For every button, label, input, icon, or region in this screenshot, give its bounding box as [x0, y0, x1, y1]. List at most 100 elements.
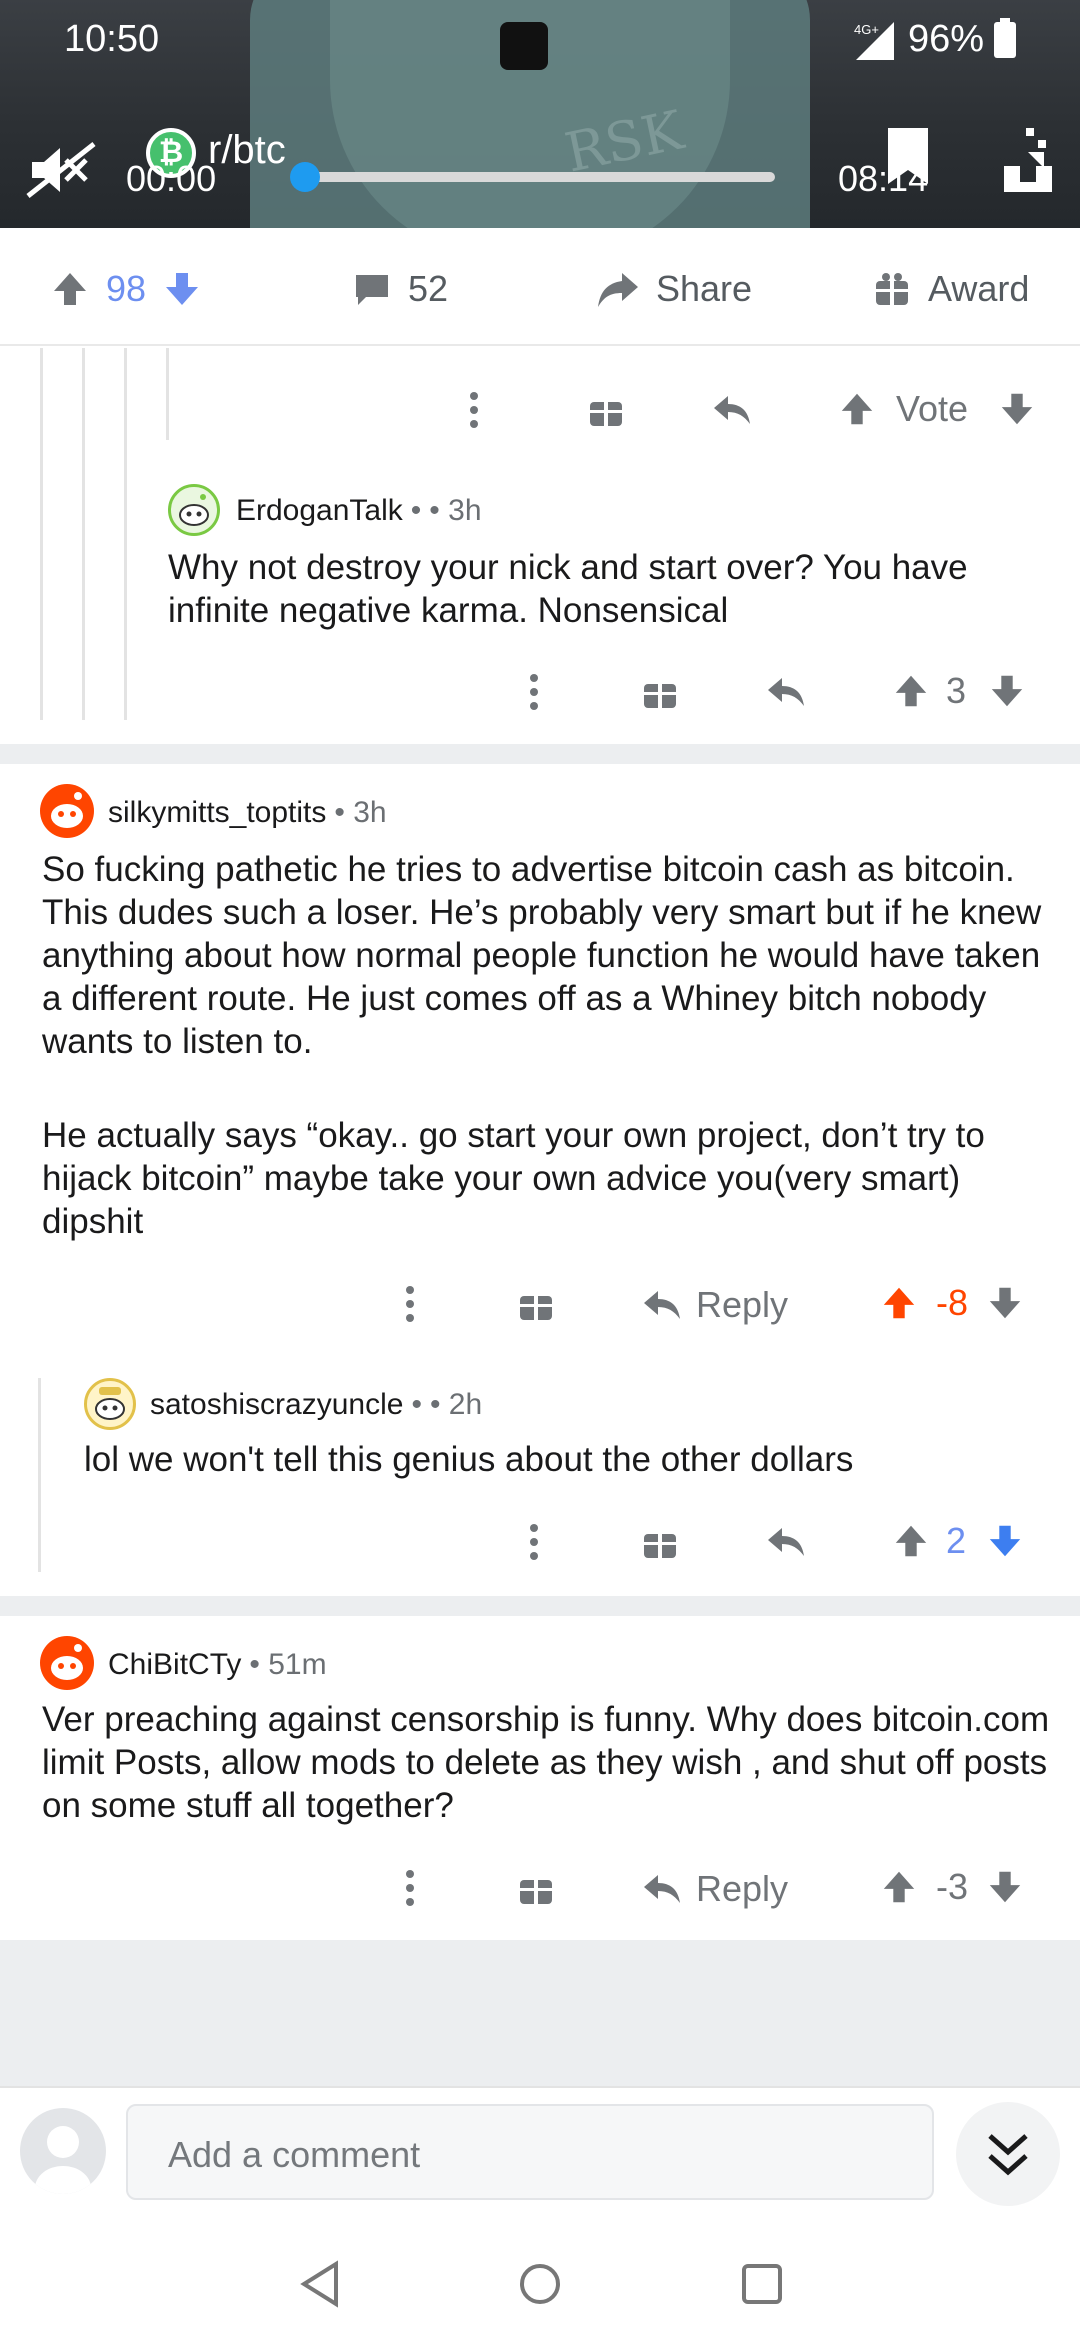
gift-icon[interactable] [642, 674, 678, 710]
avatar[interactable] [168, 484, 220, 536]
back-icon[interactable] [298, 2260, 342, 2308]
more-options-icon[interactable] [528, 672, 540, 712]
comment-author[interactable]: ChiBitCTy [108, 1648, 241, 1682]
video-player[interactable]: RSK 10:50 4G+ 96% ₿ 00:00 r/btc 08:14 [0, 0, 1080, 228]
separator: • [411, 1388, 422, 1421]
upvote-icon[interactable] [838, 389, 876, 429]
downvote-icon[interactable] [162, 269, 202, 309]
vote-group: 3 [892, 670, 1026, 712]
upvote-icon[interactable] [892, 1521, 930, 1561]
comment-count: 52 [408, 268, 449, 309]
downvote-icon[interactable] [986, 1521, 1024, 1561]
separator: • [410, 494, 422, 527]
divider [0, 744, 1080, 764]
vote-group: Vote [838, 388, 1036, 430]
battery-icon [994, 18, 1016, 58]
gift-icon[interactable] [518, 1286, 554, 1322]
comment-score: -3 [936, 1866, 969, 1907]
more-options-icon[interactable] [528, 1522, 540, 1562]
gift-icon[interactable] [642, 1524, 678, 1560]
comment-time: • 2h [429, 1388, 483, 1421]
subreddit-name[interactable]: r/btc [208, 128, 286, 173]
downvote-icon[interactable] [998, 389, 1036, 429]
comment-header: ChiBitCTy • 51m [108, 1648, 327, 1682]
avatar[interactable] [40, 1636, 94, 1690]
avatar[interactable] [84, 1378, 136, 1430]
seek-handle[interactable] [290, 162, 320, 192]
comment-score: 2 [946, 1520, 967, 1561]
upvote-icon[interactable] [50, 269, 90, 309]
reply-icon[interactable] [766, 1524, 806, 1560]
more-options-icon[interactable] [468, 390, 480, 430]
comment-score: 3 [946, 670, 967, 711]
downvote-icon[interactable] [988, 671, 1026, 711]
comment-body: Why not destroy your nick and start over… [168, 548, 968, 630]
user-avatar[interactable] [20, 2108, 106, 2194]
downvote-icon[interactable] [986, 1283, 1024, 1323]
double-chevron-down-icon [986, 2130, 1030, 2178]
reply-icon [642, 1287, 682, 1323]
comment-time: • 3h [334, 796, 387, 829]
vote-group: 2 [892, 1520, 1024, 1562]
comment-body: So fucking pathetic he tries to advertis… [42, 850, 1042, 1061]
gift-icon[interactable] [588, 392, 624, 428]
comment-time: • 51m [249, 1648, 327, 1681]
award-button[interactable]: Award [872, 268, 1029, 310]
reply-button[interactable]: Reply [642, 1284, 788, 1326]
post-vote-group: 98 [50, 268, 202, 310]
comment-header: ErdoganTalk • • 3h [236, 494, 482, 528]
share-label: Share [656, 268, 753, 309]
thread-line [82, 348, 85, 720]
thread-line [38, 1378, 41, 1572]
comment-input[interactable]: Add a comment [126, 2104, 934, 2200]
comment-header: silkymitts_toptits • 3h [108, 796, 387, 830]
status-time: 10:50 [64, 18, 160, 60]
comment-score: -8 [936, 1282, 969, 1323]
reply-label: Reply [696, 1868, 789, 1909]
upvote-icon[interactable] [880, 1867, 918, 1907]
upvote-icon[interactable] [880, 1283, 918, 1323]
comment-author[interactable]: satoshiscrazyuncle [150, 1388, 403, 1422]
battery-percent: 96% [908, 18, 985, 60]
downvote-icon[interactable] [986, 1867, 1024, 1907]
avatar[interactable] [40, 784, 94, 838]
current-time: 00:00 [126, 158, 217, 199]
comment-header: satoshiscrazyuncle • • 2h [150, 1388, 482, 1422]
comment-author[interactable]: ErdoganTalk [236, 494, 403, 528]
thread-line [40, 348, 43, 720]
system-nav-bar [0, 2234, 1080, 2340]
home-icon[interactable] [518, 2262, 562, 2306]
comment-time: • 3h [429, 494, 482, 527]
comment-body: He actually says “okay.. go start your o… [42, 1116, 985, 1241]
comment-body: Ver preaching against censorship is funn… [42, 1700, 1050, 1825]
feed-end-space [0, 1940, 1080, 2086]
recents-icon[interactable] [740, 2262, 784, 2306]
share-button[interactable]: Share [596, 268, 752, 310]
upvote-icon[interactable] [892, 671, 930, 711]
more-options-icon[interactable] [404, 1284, 416, 1324]
thread-line [124, 348, 127, 720]
mic-device [500, 22, 548, 70]
comment-author[interactable]: silkymitts_toptits [108, 796, 326, 830]
post-score: 98 [106, 268, 147, 309]
gift-icon [872, 269, 912, 309]
comments-button[interactable]: 52 [352, 268, 448, 310]
reply-button[interactable]: Reply [642, 1868, 788, 1910]
jump-to-next-button[interactable] [956, 2102, 1060, 2206]
seek-track[interactable] [305, 172, 775, 182]
share-icon [596, 269, 640, 309]
thread-line [166, 348, 169, 440]
mute-icon[interactable] [26, 140, 98, 200]
comment-body: lol we won't tell this genius about the … [84, 1440, 854, 1479]
reply-icon[interactable] [712, 392, 752, 428]
post-action-bar: 98 52 Share Award [0, 228, 1080, 346]
reply-label: Reply [696, 1284, 789, 1325]
reply-icon[interactable] [766, 674, 806, 710]
comment-icon [352, 269, 392, 309]
bookmark-icon[interactable] [884, 126, 932, 186]
more-options-icon[interactable] [404, 1868, 416, 1908]
vote-group: -8 [880, 1282, 1024, 1324]
comment-input-placeholder: Add a comment [168, 2134, 421, 2175]
gift-icon[interactable] [518, 1870, 554, 1906]
fullscreen-icon[interactable] [1000, 126, 1056, 196]
